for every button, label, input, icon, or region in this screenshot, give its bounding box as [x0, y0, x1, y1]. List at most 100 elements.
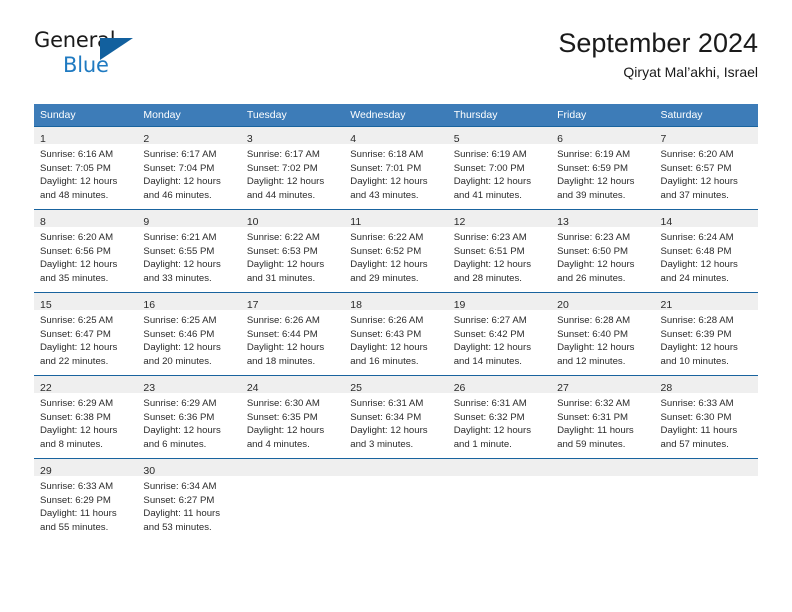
sunrise-text: Sunrise: 6:27 AM — [453, 315, 527, 326]
sunset-text: Sunset: 6:35 PM — [246, 411, 318, 423]
day-number: 2 — [143, 133, 150, 145]
day-number-band: 19 — [447, 293, 552, 311]
calendar-day-cell[interactable]: 11 Sunrise: 6:22 AM Sunset: 6:52 PM Dayl… — [344, 209, 448, 293]
daylight-text-line2: and 24 minutes. — [660, 272, 729, 284]
day-details: Sunrise: 6:29 AM Sunset: 6:38 PM Dayligh… — [34, 393, 137, 451]
calendar-day-cell[interactable]: 7 Sunrise: 6:20 AM Sunset: 6:57 PM Dayli… — [654, 126, 758, 210]
sunrise-text: Sunrise: 6:31 AM — [350, 398, 424, 409]
day-number-band: 17 — [240, 293, 345, 311]
day-details: Sunrise: 6:20 AM Sunset: 6:57 PM Dayligh… — [655, 144, 758, 202]
brand-logo[interactable]: General Blue — [34, 30, 154, 82]
daylight-text-line2: and 59 minutes. — [557, 438, 626, 450]
calendar-page: General Blue September 2024 Qiryat Mal’a… — [0, 0, 792, 612]
daylight-text-line2: and 53 minutes. — [143, 521, 212, 533]
calendar-day-cell[interactable]: 2 Sunrise: 6:17 AM Sunset: 7:04 PM Dayli… — [137, 126, 241, 210]
calendar-day-cell[interactable]: 3 Sunrise: 6:17 AM Sunset: 7:02 PM Dayli… — [240, 126, 345, 210]
sunrise-text: Sunrise: 6:23 AM — [557, 232, 631, 243]
day-number: 3 — [246, 133, 253, 145]
weekday-header-friday: Friday — [551, 104, 655, 127]
day-details: Sunrise: 6:34 AM Sunset: 6:27 PM Dayligh… — [137, 476, 240, 534]
daylight-text-line2: and 12 minutes. — [557, 355, 626, 367]
calendar-day-cell[interactable]: 26 Sunrise: 6:31 AM Sunset: 6:32 PM Dayl… — [447, 375, 552, 459]
calendar-day-cell[interactable]: 23 Sunrise: 6:29 AM Sunset: 6:36 PM Dayl… — [137, 375, 241, 459]
sunset-text: Sunset: 6:47 PM — [40, 328, 111, 340]
daylight-text-line1: Daylight: 12 hours — [40, 425, 118, 437]
sunrise-text: Sunrise: 6:25 AM — [40, 315, 114, 326]
day-number: 8 — [40, 216, 46, 228]
sunset-text: Sunset: 6:27 PM — [143, 494, 215, 506]
daylight-text-line1: Daylight: 12 hours — [40, 259, 118, 271]
calendar-day-cell[interactable]: 4 Sunrise: 6:18 AM Sunset: 7:01 PM Dayli… — [344, 126, 448, 210]
calendar-day-cell[interactable]: 1 Sunrise: 6:16 AM Sunset: 7:05 PM Dayli… — [34, 126, 138, 210]
calendar-day-cell-empty — [551, 458, 655, 543]
calendar-day-cell[interactable]: 20 Sunrise: 6:28 AM Sunset: 6:40 PM Dayl… — [551, 292, 655, 376]
day-details: Sunrise: 6:18 AM Sunset: 7:01 PM Dayligh… — [344, 144, 447, 202]
daylight-text-line2: and 28 minutes. — [453, 272, 522, 284]
calendar-day-cell[interactable]: 5 Sunrise: 6:19 AM Sunset: 7:00 PM Dayli… — [447, 126, 552, 210]
day-number-band: 13 — [551, 210, 655, 228]
weekday-header-sunday: Sunday — [34, 104, 138, 127]
calendar-day-cell[interactable]: 13 Sunrise: 6:23 AM Sunset: 6:50 PM Dayl… — [551, 209, 655, 293]
day-details: Sunrise: 6:28 AM Sunset: 6:40 PM Dayligh… — [551, 310, 654, 368]
calendar-day-cell[interactable]: 17 Sunrise: 6:26 AM Sunset: 6:44 PM Dayl… — [240, 292, 345, 376]
day-details: Sunrise: 6:32 AM Sunset: 6:31 PM Dayligh… — [551, 393, 654, 451]
calendar-day-cell[interactable]: 30 Sunrise: 6:34 AM Sunset: 6:27 PM Dayl… — [137, 458, 241, 543]
sunset-text: Sunset: 6:50 PM — [557, 245, 629, 257]
calendar-day-cell[interactable]: 12 Sunrise: 6:23 AM Sunset: 6:51 PM Dayl… — [447, 209, 552, 293]
calendar-day-cell[interactable]: 27 Sunrise: 6:32 AM Sunset: 6:31 PM Dayl… — [551, 375, 655, 459]
calendar-day-cell[interactable]: 10 Sunrise: 6:22 AM Sunset: 6:53 PM Dayl… — [240, 209, 345, 293]
sunrise-text: Sunrise: 6:33 AM — [660, 398, 734, 409]
sunset-text: Sunset: 6:40 PM — [557, 328, 629, 340]
daylight-text-line2: and 48 minutes. — [40, 189, 109, 201]
day-number: 18 — [350, 299, 362, 311]
day-number: 13 — [557, 216, 569, 228]
day-number: 11 — [350, 216, 362, 228]
calendar-day-cell[interactable]: 22 Sunrise: 6:29 AM Sunset: 6:38 PM Dayl… — [34, 375, 138, 459]
day-details: Sunrise: 6:19 AM Sunset: 7:00 PM Dayligh… — [448, 144, 551, 202]
calendar-day-cell[interactable]: 21 Sunrise: 6:28 AM Sunset: 6:39 PM Dayl… — [654, 292, 758, 376]
day-details: Sunrise: 6:33 AM Sunset: 6:29 PM Dayligh… — [34, 476, 137, 534]
daylight-text-line1: Daylight: 12 hours — [660, 342, 738, 354]
calendar-day-cell[interactable]: 18 Sunrise: 6:26 AM Sunset: 6:43 PM Dayl… — [344, 292, 448, 376]
sunrise-text: Sunrise: 6:28 AM — [557, 315, 631, 326]
day-number-band: 27 — [551, 376, 655, 394]
sunset-text: Sunset: 6:56 PM — [40, 245, 111, 257]
day-details: Sunrise: 6:29 AM Sunset: 6:36 PM Dayligh… — [137, 393, 240, 451]
day-number-band: 23 — [137, 376, 241, 394]
day-number: 27 — [557, 382, 569, 394]
calendar-day-cell[interactable]: 25 Sunrise: 6:31 AM Sunset: 6:34 PM Dayl… — [344, 375, 448, 459]
page-subtitle: Qiryat Mal’akhi, Israel — [623, 64, 758, 81]
daylight-text-line1: Daylight: 12 hours — [557, 176, 635, 188]
calendar-day-cell[interactable]: 19 Sunrise: 6:27 AM Sunset: 6:42 PM Dayl… — [447, 292, 552, 376]
calendar-day-cell[interactable]: 6 Sunrise: 6:19 AM Sunset: 6:59 PM Dayli… — [551, 126, 655, 210]
sunrise-text: Sunrise: 6:32 AM — [557, 398, 631, 409]
sunset-text: Sunset: 6:55 PM — [143, 245, 215, 257]
day-details: Sunrise: 6:19 AM Sunset: 6:59 PM Dayligh… — [551, 144, 654, 202]
daylight-text-line1: Daylight: 12 hours — [246, 425, 325, 437]
sunset-text: Sunset: 6:52 PM — [350, 245, 422, 257]
day-number-band — [240, 459, 345, 476]
daylight-text-line1: Daylight: 12 hours — [660, 176, 738, 188]
sunset-text: Sunset: 6:36 PM — [143, 411, 215, 423]
day-number-band — [654, 459, 758, 476]
day-number-band: 4 — [344, 127, 448, 145]
calendar-day-cell[interactable]: 14 Sunrise: 6:24 AM Sunset: 6:48 PM Dayl… — [654, 209, 758, 293]
sunset-text: Sunset: 6:34 PM — [350, 411, 422, 423]
calendar-day-cell[interactable]: 9 Sunrise: 6:21 AM Sunset: 6:55 PM Dayli… — [137, 209, 241, 293]
calendar-day-cell[interactable]: 24 Sunrise: 6:30 AM Sunset: 6:35 PM Dayl… — [240, 375, 345, 459]
calendar-day-cell[interactable]: 28 Sunrise: 6:33 AM Sunset: 6:30 PM Dayl… — [654, 375, 758, 459]
page-header: General Blue September 2024 Qiryat Mal’a… — [34, 28, 758, 94]
daylight-text-line2: and 20 minutes. — [143, 355, 212, 367]
calendar-day-cell[interactable]: 29 Sunrise: 6:33 AM Sunset: 6:29 PM Dayl… — [34, 458, 138, 543]
calendar-day-cell[interactable]: 16 Sunrise: 6:25 AM Sunset: 6:46 PM Dayl… — [137, 292, 241, 376]
calendar-day-cell[interactable]: 15 Sunrise: 6:25 AM Sunset: 6:47 PM Dayl… — [34, 292, 138, 376]
sunrise-text: Sunrise: 6:26 AM — [350, 315, 424, 326]
calendar-day-cell-empty — [654, 458, 758, 543]
daylight-text-line1: Daylight: 11 hours — [143, 508, 221, 520]
daylight-text-line2: and 18 minutes. — [246, 355, 316, 367]
day-number-band: 18 — [344, 293, 448, 311]
day-number-band: 9 — [137, 210, 241, 228]
day-number: 5 — [453, 133, 460, 145]
calendar-day-cell[interactable]: 8 Sunrise: 6:20 AM Sunset: 6:56 PM Dayli… — [34, 209, 138, 293]
day-number-band: 10 — [240, 210, 345, 228]
